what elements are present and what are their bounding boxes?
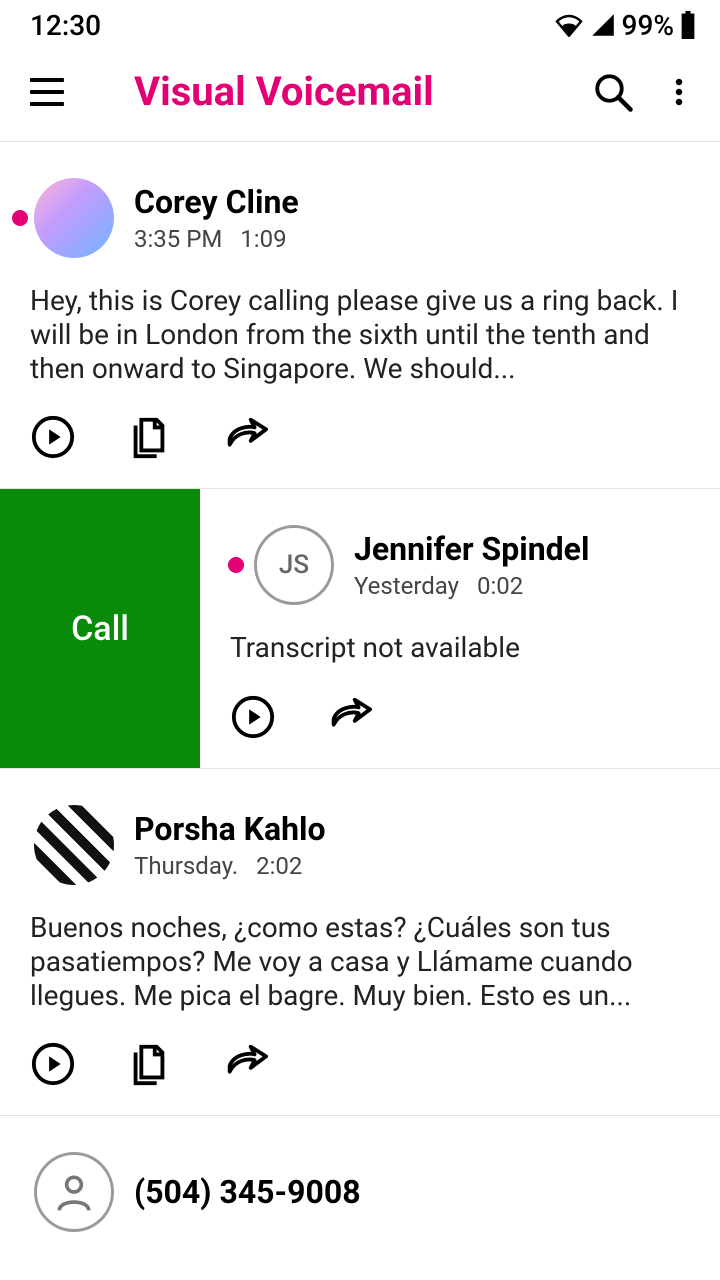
play-button[interactable] (30, 414, 76, 460)
battery-level: 99% (622, 9, 674, 42)
vm-duration: 1:09 (240, 225, 286, 253)
swipe-call-action[interactable]: Call (0, 489, 200, 767)
signal-icon (590, 13, 616, 37)
voicemail-item[interactable]: Call JS Jennifer Spindel Yesterday 0:02 … (0, 489, 720, 768)
voicemail-transcript: Transcript not available (230, 631, 690, 665)
avatar[interactable]: JS (254, 525, 334, 605)
unread-indicator-icon (12, 1184, 28, 1200)
caller-name: Porsha Kahlo (134, 810, 326, 848)
page-title: Visual Voicemail (134, 68, 434, 115)
unread-indicator-icon (228, 557, 244, 573)
avatar-initials: JS (279, 550, 309, 580)
status-bar: 12:30 99% (0, 0, 720, 50)
voicemail-meta: Yesterday 0:02 (354, 572, 589, 600)
swipe-call-label: Call (71, 609, 129, 649)
more-options-button[interactable] (664, 71, 694, 113)
play-button[interactable] (230, 694, 276, 740)
caller-name: Jennifer Spindel (354, 530, 589, 568)
voicemail-transcript: Buenos noches, ¿como estas? ¿Cuáles son … (30, 911, 690, 1013)
play-button[interactable] (30, 1041, 76, 1087)
vm-duration: 0:02 (477, 572, 523, 600)
battery-icon (680, 11, 696, 39)
unread-indicator-icon (12, 837, 28, 853)
vm-time: Yesterday (354, 572, 459, 600)
voicemail-meta: 3:35 PM 1:09 (134, 225, 299, 253)
status-time: 12:30 (30, 9, 101, 42)
voicemail-item[interactable]: (504) 345-9008 (0, 1116, 720, 1232)
voicemail-item[interactable]: Corey Cline 3:35 PM 1:09 Hey, this is Co… (0, 142, 720, 489)
unread-indicator-icon (12, 210, 28, 226)
caller-name: Corey Cline (134, 183, 299, 221)
share-button[interactable] (222, 414, 268, 460)
avatar[interactable] (34, 178, 114, 258)
caller-name: (504) 345-9008 (134, 1173, 361, 1211)
voicemail-meta: Thursday. 2:02 (134, 852, 326, 880)
person-icon (52, 1170, 96, 1214)
voicemail-item[interactable]: Porsha Kahlo Thursday. 2:02 Buenos noche… (0, 769, 720, 1116)
wifi-icon (554, 13, 584, 37)
share-button[interactable] (326, 694, 372, 740)
menu-button[interactable] (30, 78, 64, 106)
voicemail-transcript: Hey, this is Corey calling please give u… (30, 284, 690, 386)
vm-time: 3:35 PM (134, 225, 222, 253)
avatar[interactable] (34, 805, 114, 885)
status-right: 99% (554, 9, 696, 42)
avatar[interactable] (34, 1152, 114, 1232)
vm-time: Thursday. (134, 852, 238, 880)
copy-button[interactable] (126, 414, 172, 460)
vm-duration: 2:02 (256, 852, 302, 880)
share-button[interactable] (222, 1041, 268, 1087)
app-bar: Visual Voicemail (0, 50, 720, 142)
copy-button[interactable] (126, 1041, 172, 1087)
search-button[interactable] (592, 71, 634, 113)
